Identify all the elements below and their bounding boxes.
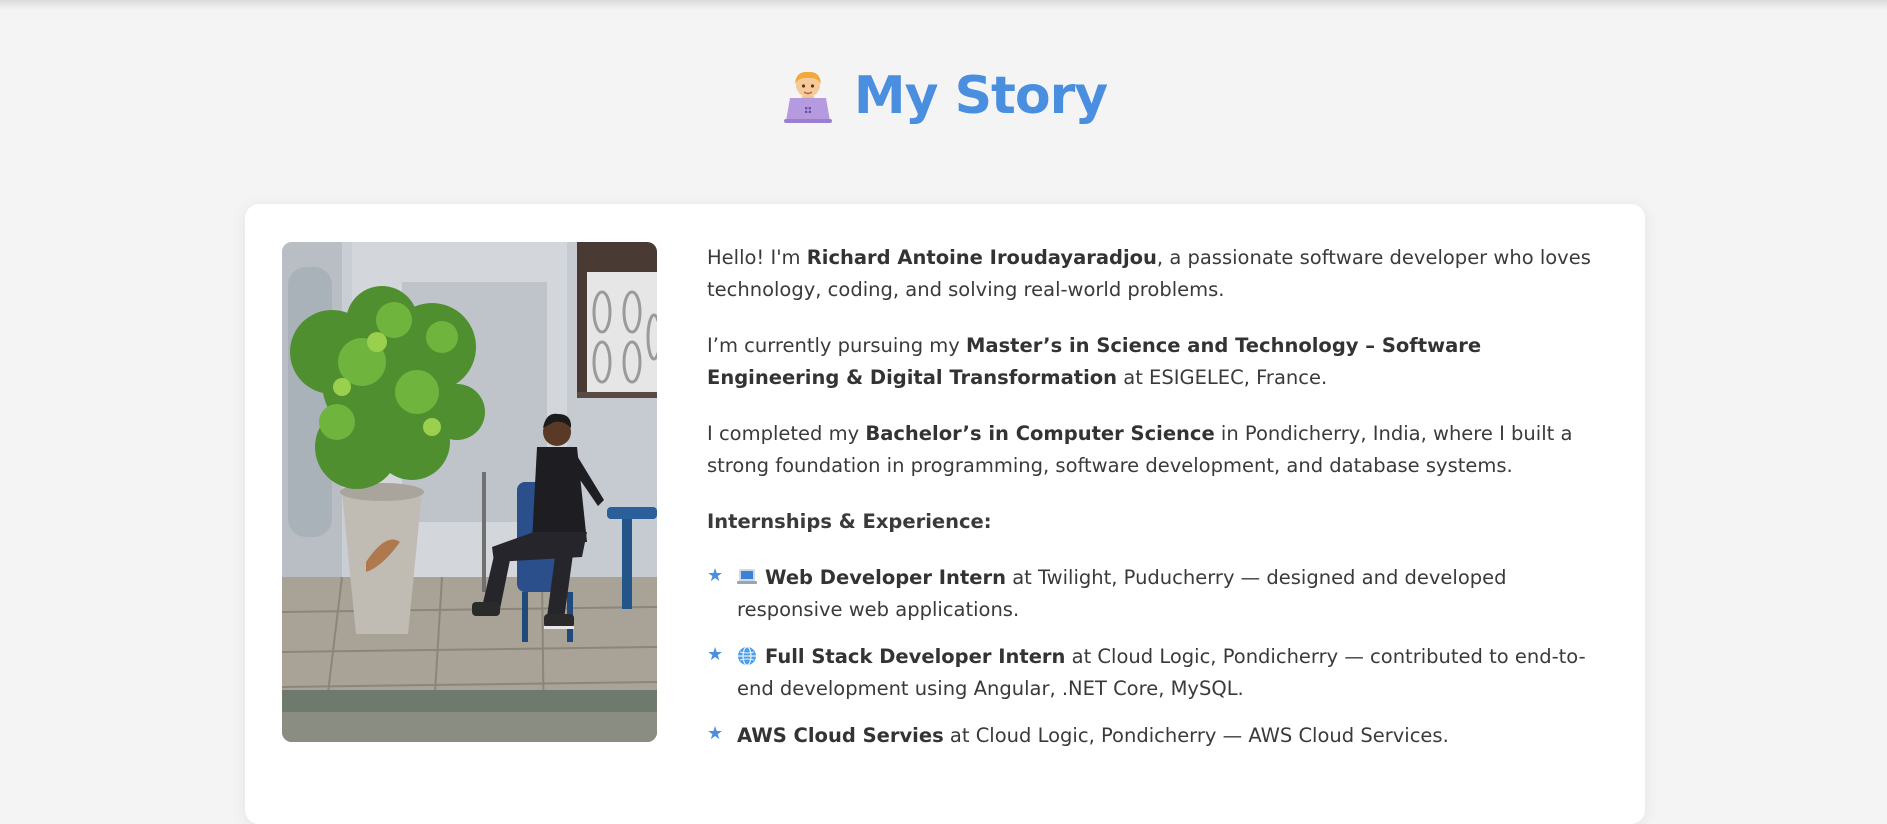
experience-item: ★ Full Stack Developer Intern at Cloud L… (707, 641, 1612, 705)
masters-paragraph: I’m currently pursuing my Master’s in Sc… (707, 330, 1612, 394)
intro-text: Hello! I'm (707, 246, 807, 269)
author-name: Richard Antoine Iroudayaradjou (806, 246, 1157, 269)
bachelors-text: I completed my (707, 422, 866, 445)
top-nav-shadow (0, 0, 1887, 10)
star-bullet-icon: ★ (707, 565, 724, 586)
experience-role: Full Stack Developer Intern (765, 645, 1066, 668)
masters-text: I’m currently pursuing my (707, 334, 967, 357)
experience-role: AWS Cloud Servies (737, 724, 944, 747)
star-bullet-icon: ★ (707, 644, 724, 665)
section-header: My Story (0, 66, 1887, 126)
bachelors-paragraph: I completed my Bachelor’s in Computer Sc… (707, 418, 1612, 482)
story-card: Hello! I'm Richard Antoine Iroudayaradjo… (245, 204, 1645, 824)
technologist-emoji-icon (783, 71, 832, 123)
experience-role: Web Developer Intern (765, 566, 1006, 589)
star-bullet-icon: ★ (707, 723, 724, 744)
experience-item: ★ Web Developer Intern at Twilight, Pudu… (707, 562, 1612, 626)
masters-text-continued: at ESIGELEC, France. (1117, 366, 1328, 389)
experience-item: ★ AWS Cloud Servies at Cloud Logic, Pond… (707, 720, 1612, 752)
intro-paragraph: Hello! I'm Richard Antoine Iroudayaradjo… (707, 242, 1612, 306)
experience-details: at Cloud Logic, Pondicherry — AWS Cloud … (943, 724, 1449, 747)
experience-list: ★ Web Developer Intern at Twilight, Pudu… (707, 562, 1612, 752)
laptop-icon (737, 569, 757, 584)
profile-photo (282, 242, 657, 742)
page-title: My Story (853, 66, 1108, 126)
experience-heading: Internships & Experience: (707, 510, 992, 533)
globe-icon (738, 646, 756, 666)
bachelors-degree: Bachelor’s in Computer Science (865, 422, 1215, 445)
story-content: Hello! I'm Richard Antoine Iroudayaradjo… (707, 242, 1612, 767)
